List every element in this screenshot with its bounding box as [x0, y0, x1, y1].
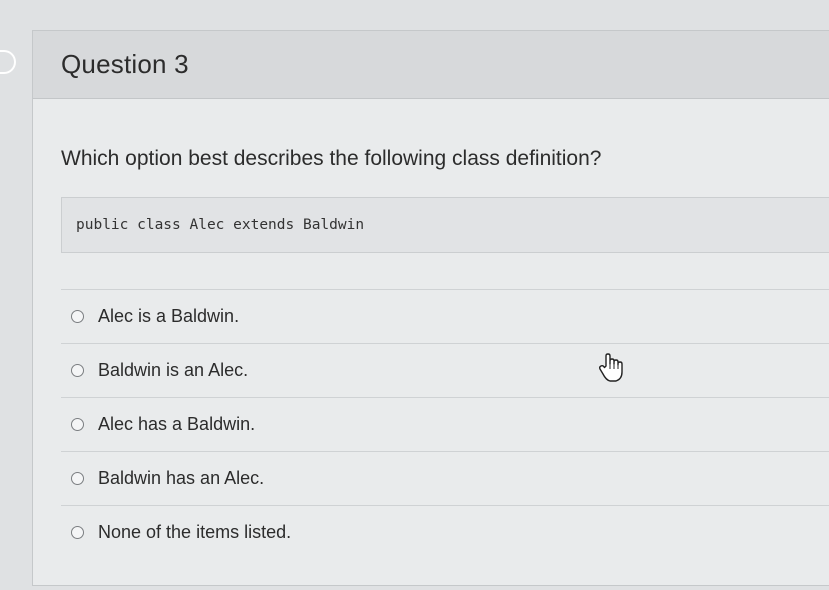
radio-button[interactable]: [71, 526, 84, 539]
question-card: Question 3 Which option best describes t…: [32, 30, 829, 586]
question-header: Question 3: [33, 31, 829, 99]
flag-question-icon[interactable]: [0, 50, 16, 74]
answer-label[interactable]: None of the items listed.: [98, 522, 291, 543]
answer-option[interactable]: Baldwin is an Alec.: [61, 343, 829, 397]
code-text: public class Alec extends Baldwin: [76, 217, 365, 233]
answer-option[interactable]: Baldwin has an Alec.: [61, 451, 829, 505]
answer-option[interactable]: Alec has a Baldwin.: [61, 397, 829, 451]
code-block: public class Alec extends Baldwin: [61, 197, 829, 253]
answer-label[interactable]: Alec is a Baldwin.: [98, 306, 239, 327]
question-prompt: Which option best describes the followin…: [61, 147, 602, 170]
answer-option[interactable]: None of the items listed.: [61, 505, 829, 559]
page: Question 3 Which option best describes t…: [0, 0, 829, 590]
answer-label[interactable]: Baldwin is an Alec.: [98, 360, 248, 381]
answer-label[interactable]: Baldwin has an Alec.: [98, 468, 264, 489]
radio-button[interactable]: [71, 472, 84, 485]
radio-button[interactable]: [71, 364, 84, 377]
question-title: Question 3: [61, 49, 189, 79]
radio-button[interactable]: [71, 418, 84, 431]
answer-label[interactable]: Alec has a Baldwin.: [98, 414, 255, 435]
answer-list: Alec is a Baldwin. Baldwin is an Alec. A…: [61, 289, 829, 559]
radio-button[interactable]: [71, 310, 84, 323]
answer-option[interactable]: Alec is a Baldwin.: [61, 289, 829, 343]
hand-pointer-icon: [598, 353, 623, 382]
